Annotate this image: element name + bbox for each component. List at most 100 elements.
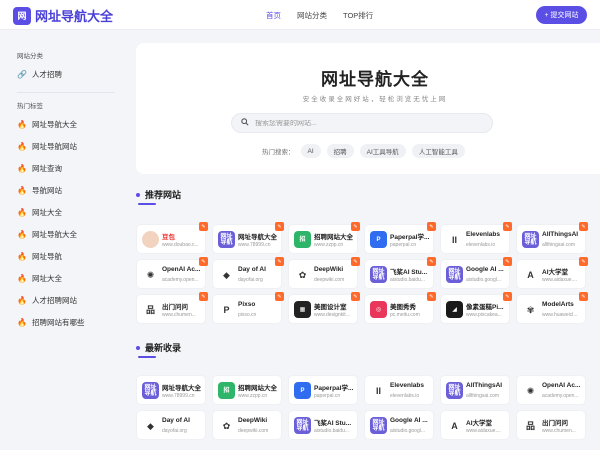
wangzhi-icon: 网址 导航 — [142, 382, 159, 399]
site-url: dayofai.org — [238, 277, 263, 283]
site-url: elevenlabs.io — [466, 242, 496, 248]
sidebar-item-label: 网址导航大全 — [32, 230, 77, 239]
site-card[interactable]: ◆ Day of AI dayofai.org — [136, 410, 206, 440]
wangzhi-icon: 网址 导航 — [218, 231, 235, 248]
site-card[interactable]: 招招聘网站大全 www.zzpp.cn — [212, 375, 282, 405]
hot-badge-icon: ✎ — [275, 222, 284, 231]
hot-tag-ai-tools[interactable]: AI工具导航 — [359, 144, 406, 158]
site-card[interactable]: ✿ DeepWiki deepwiki.com ✎ — [288, 257, 360, 289]
site-name: 像素蛋糕Pi... — [466, 304, 504, 311]
site-card[interactable]: ◎ 美图秀秀 pc.meitu.com ✎ — [364, 292, 436, 324]
hot-badge-icon: ✎ — [275, 292, 284, 301]
site-card[interactable]: II Elevenlabs elevenlabs.io — [364, 375, 434, 405]
site-url: allthingsai.com — [542, 242, 576, 248]
fire-icon: 🔥 — [17, 252, 27, 261]
site-card[interactable]: 网址 导航 网址导航大全 www.78999.cn — [136, 375, 206, 405]
elevenlabs-icon: II — [370, 382, 387, 399]
site-card[interactable]: 网址 导航 网址导航大全 www.78999.cn ✎ — [212, 222, 284, 254]
search-icon — [241, 118, 249, 128]
sidebar-hot-item[interactable]: 🔥 网址查询 — [17, 163, 62, 174]
site-card[interactable]: ✾ ModelArts www.huaweicl... ✎ — [516, 292, 588, 324]
link-icon: 🔗 — [17, 70, 27, 79]
sidebar-hot-item[interactable]: 🔥 网址导航大全 — [17, 119, 77, 130]
site-url: www.chumen... — [162, 312, 196, 318]
sidebar-hot-item[interactable]: 🔥 网址导航大全 — [17, 229, 77, 240]
site-card[interactable]: 网址 导航 Google AI ... aistudio.googl... — [364, 410, 434, 440]
site-card[interactable]: 豆包 www.doubao.c... ✎ — [136, 222, 208, 254]
site-card[interactable]: ◆ Day of AI dayofai.org ✎ — [212, 257, 284, 289]
site-name: ModelArts — [542, 301, 574, 308]
site-card[interactable]: 品出门问问 www.chumen... ✎ — [136, 292, 208, 324]
zhaopin-icon: 招 — [294, 231, 311, 248]
site-card[interactable]: 网址 导航 AllThingsAI allthingsai.com — [440, 375, 510, 405]
site-card[interactable]: 品出门问问 www.chumen... — [516, 410, 586, 440]
section-underline — [138, 356, 156, 358]
site-name: AI大学堂 — [466, 420, 492, 427]
openai-icon: ✺ — [522, 382, 539, 399]
site-card[interactable]: 网址 导航 飞桨AI Stu... aistudio.baidu... — [288, 410, 358, 440]
hot-tag-ai-artificial[interactable]: 人工智能工具 — [411, 144, 465, 158]
site-url: academy.open... — [162, 277, 199, 283]
site-name: OpenAI Ac... — [542, 382, 581, 389]
site-card[interactable]: ◢ 像素蛋糕Pi... www.pixcakea... ✎ — [440, 292, 512, 324]
nav-top-ranking[interactable]: TOP排行 — [343, 10, 373, 21]
sidebar-hot-item[interactable]: 🔥 网址导航 — [17, 251, 62, 262]
site-card[interactable]: P Paperpal学... paperpal.cn — [288, 375, 358, 405]
site-card[interactable]: ✺ OpenAI Ac... academy.open... — [516, 375, 586, 405]
site-url: pixso.cn — [238, 312, 257, 318]
site-name: 飞桨AI Stu... — [390, 269, 428, 276]
sidebar-hot-item[interactable]: 🔥 网址大全 — [17, 273, 62, 284]
dayofai-icon: ◆ — [218, 266, 235, 283]
sidebar-hot-item[interactable]: 🔥 导航网站 — [17, 185, 62, 196]
search-input[interactable] — [255, 119, 475, 127]
site-card[interactable]: 网址 导航 AllThingsAI allthingsai.com ✎ — [516, 222, 588, 254]
site-logo[interactable]: 网 网址导航大全 — [13, 6, 113, 25]
sidebar-item-recruitment[interactable]: 🔗 人才招聘 — [17, 69, 62, 80]
site-card[interactable]: ▦ 美图设计室 www.designkit... ✎ — [288, 292, 360, 324]
meitu-icon: ◎ — [370, 301, 387, 318]
sidebar: 网站分类 🔗 人才招聘 热门标签 🔥 网址导航大全 🔥 网址导航网站 🔥 网址查询 🔥 导航网… — [0, 31, 125, 450]
site-card[interactable]: ✿ DeepWiki deepwiki.com — [212, 410, 282, 440]
hot-badge-icon: ✎ — [427, 222, 436, 231]
allthingsai-icon: 网址 导航 — [446, 382, 463, 399]
site-name: Elevenlabs — [390, 382, 424, 389]
feijiang-icon: 网址 导航 — [294, 417, 311, 434]
nav-categories[interactable]: 网站分类 — [297, 10, 327, 21]
hot-tag-ai[interactable]: AI — [300, 144, 321, 158]
site-url: www.78999.cn — [238, 242, 271, 248]
site-card[interactable]: II Elevenlabs elevenlabs.io ✎ — [440, 222, 512, 254]
sidebar-hot-item[interactable]: 🔥 网址大全 — [17, 207, 62, 218]
site-card[interactable]: A AI大学堂 www.aidaxue.... — [440, 410, 510, 440]
pixso-icon: P — [218, 301, 235, 318]
section-dot-icon — [136, 192, 140, 197]
site-url: www.aidaxue.... — [542, 277, 578, 283]
submit-site-button[interactable]: + 提交网站 — [536, 6, 587, 24]
site-card[interactable]: 网址 导航 Google AI ... aistudio.googl... ✎ — [440, 257, 512, 289]
site-url: academy.open... — [542, 393, 579, 399]
nav-home[interactable]: 首页 — [266, 10, 281, 21]
sidebar-hot-item[interactable]: 🔥 招聘网站有哪些 — [17, 317, 84, 328]
hot-tag-recruit[interactable]: 招聘 — [326, 144, 354, 158]
page-subtitle: 安全收录全网好站，轻松浏览无忧上网 — [302, 96, 448, 103]
fire-icon: 🔥 — [17, 186, 27, 195]
main-nav: 首页 网站分类 TOP排行 — [266, 10, 373, 21]
site-card[interactable]: P Paperpal学... paperpal.cn ✎ — [364, 222, 436, 254]
site-card[interactable]: 网址 导航 飞桨AI Stu... aistudio.baidu... ✎ — [364, 257, 436, 289]
search-box[interactable] — [231, 113, 493, 133]
hot-search: 热门搜索： AI 招聘 AI工具导航 人工智能工具 — [262, 144, 465, 158]
site-card[interactable]: P Pixso pixso.cn ✎ — [212, 292, 284, 324]
site-card[interactable]: 招招聘网站大全 www.zzpp.cn ✎ — [288, 222, 360, 254]
sidebar-item-label: 人才招聘网站 — [32, 296, 77, 305]
fire-icon: 🔥 — [17, 274, 27, 283]
fire-icon: 🔥 — [17, 120, 27, 129]
pixcake-icon: ◢ — [446, 301, 463, 318]
sidebar-hot-item[interactable]: 🔥 网址导航网站 — [17, 141, 77, 152]
sidebar-hot-item[interactable]: 🔥 人才招聘网站 — [17, 295, 77, 306]
site-name: Google AI ... — [466, 266, 504, 273]
paperpal-icon: P — [294, 382, 311, 399]
googleai-icon: 网址 导航 — [370, 417, 387, 434]
fire-icon: 🔥 — [17, 208, 27, 217]
site-card[interactable]: ✺ OpenAI Ac... academy.open... ✎ — [136, 257, 208, 289]
site-url: www.designkit... — [314, 312, 350, 318]
site-card[interactable]: A AI大学堂 www.aidaxue.... ✎ — [516, 257, 588, 289]
